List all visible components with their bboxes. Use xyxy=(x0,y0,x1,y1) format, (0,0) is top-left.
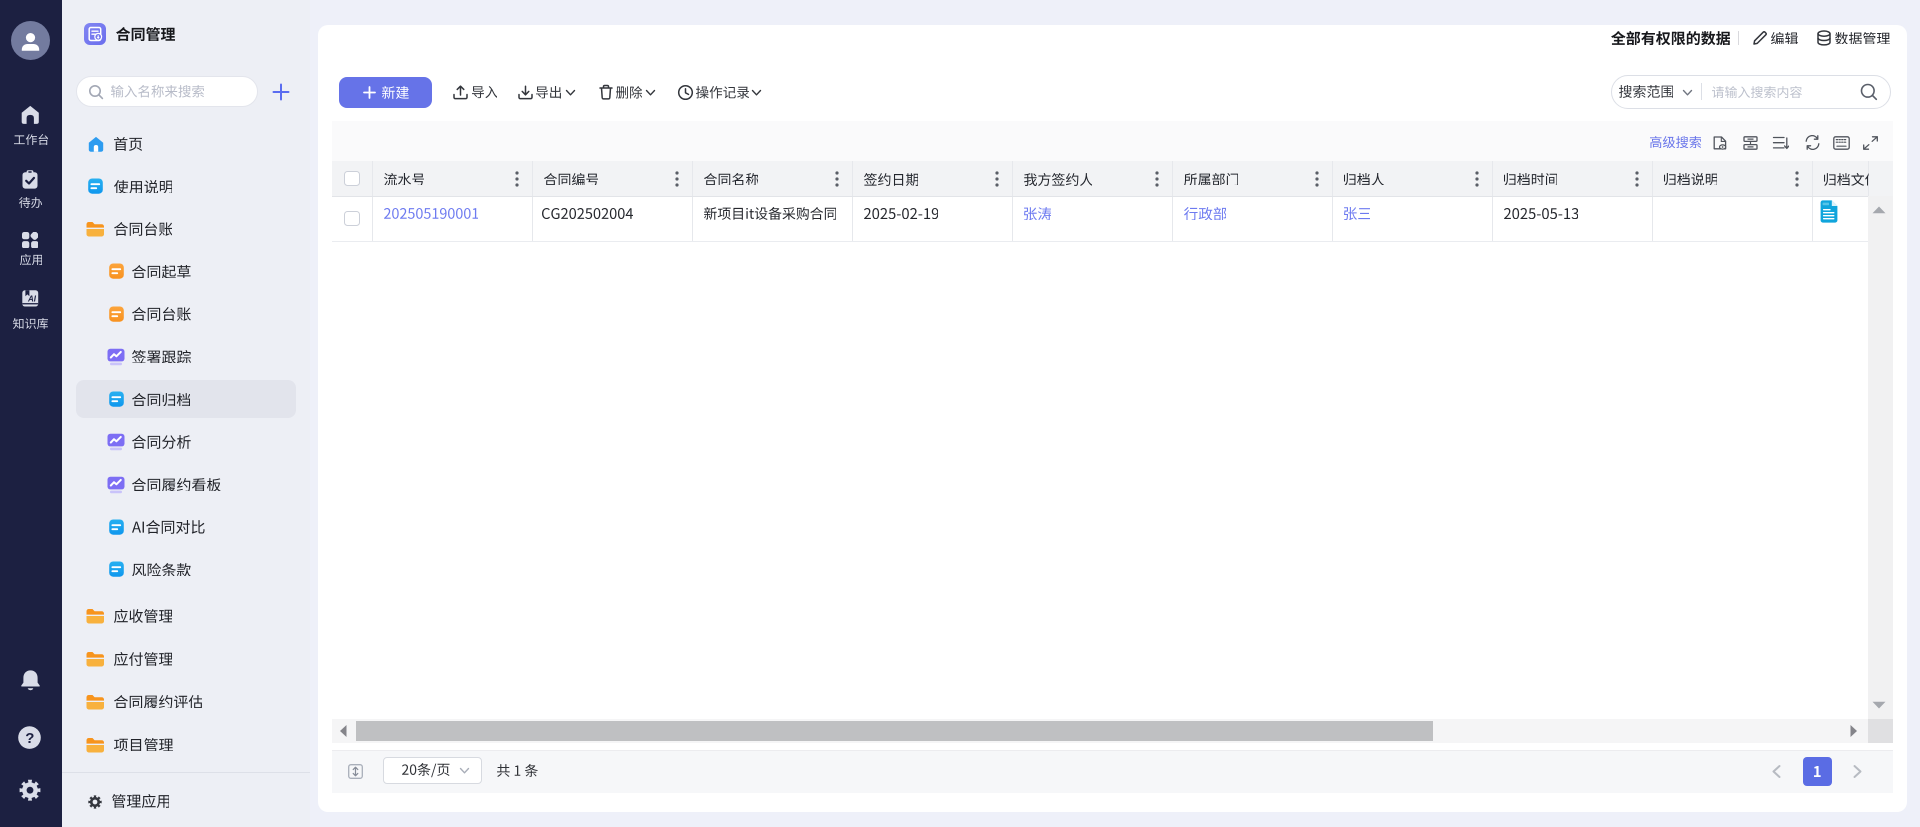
svg-text:AI: AI xyxy=(27,295,37,304)
svg-text:?: ? xyxy=(26,730,35,747)
